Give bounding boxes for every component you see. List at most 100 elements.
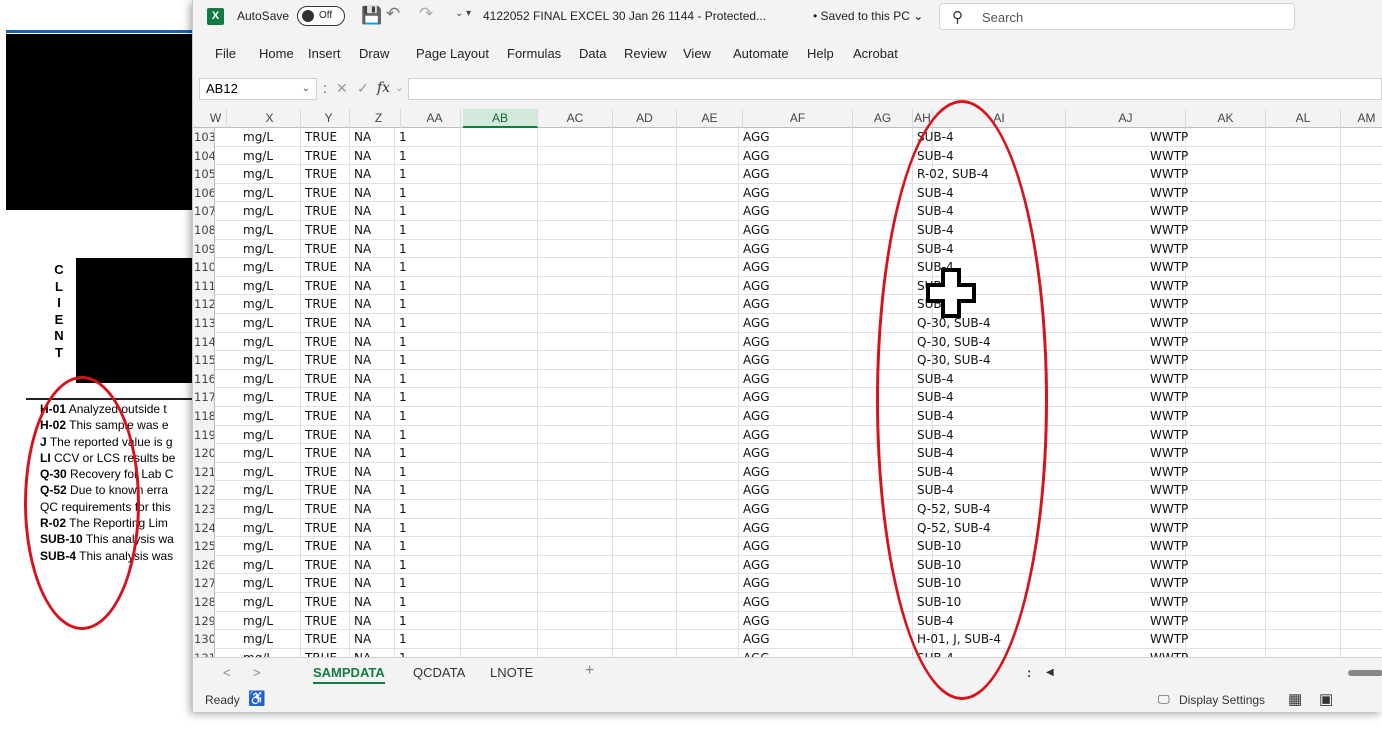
cell-am[interactable] — [1266, 574, 1341, 593]
cell-al[interactable]: WWTP — [1146, 407, 1266, 426]
cell-al[interactable]: WWTP — [1146, 369, 1266, 389]
cell-ab[interactable] — [461, 221, 538, 240]
cell-ad[interactable] — [613, 611, 677, 631]
cell-y[interactable]: TRUE — [301, 276, 350, 296]
cell-af[interactable]: AGG — [739, 537, 853, 556]
cell-y[interactable]: TRUE — [301, 425, 350, 445]
cell-z[interactable]: NA — [350, 462, 395, 482]
cell-an[interactable] — [1341, 240, 1382, 259]
cell-z[interactable]: NA — [350, 146, 395, 166]
cell-ae[interactable] — [677, 481, 739, 500]
cell-aa[interactable]: 1 — [395, 258, 461, 277]
cell-z[interactable]: NA — [350, 518, 395, 538]
cell-an[interactable] — [1341, 258, 1382, 277]
cell-af[interactable]: AGG — [739, 202, 853, 221]
cell-y[interactable]: TRUE — [301, 555, 350, 575]
cell-ad[interactable] — [613, 351, 677, 370]
cell-af[interactable]: AGG — [739, 165, 853, 184]
cell-x[interactable]: mg/L — [239, 351, 301, 370]
cell-ae[interactable] — [677, 276, 739, 296]
cell-x[interactable]: mg/L — [239, 295, 301, 314]
cell-x[interactable]: mg/L — [239, 425, 301, 445]
cell-ae[interactable] — [677, 518, 739, 538]
cell-af[interactable]: AGG — [739, 369, 853, 389]
cell-x[interactable]: mg/L — [239, 593, 301, 612]
cell-y[interactable]: TRUE — [301, 481, 350, 500]
name-box[interactable]: AB12 ⌄ — [199, 78, 317, 100]
next-sheet-icon[interactable]: > — [253, 665, 261, 680]
column-header-z[interactable]: Z — [357, 109, 401, 128]
cell-ab[interactable] — [461, 165, 538, 184]
scroll-left-icon[interactable]: ◀ — [1046, 667, 1054, 678]
redo-icon[interactable]: ↷ — [419, 4, 433, 24]
cell-aa[interactable]: 1 — [395, 462, 461, 482]
row-header[interactable]: 122 — [193, 481, 215, 500]
row-header[interactable]: 118 — [193, 407, 215, 426]
cell-z[interactable]: NA — [350, 611, 395, 631]
cell-y[interactable]: TRUE — [301, 183, 350, 203]
cell-x[interactable]: mg/L — [239, 239, 301, 259]
cell-al[interactable]: WWTP — [1146, 165, 1266, 184]
cell-aa[interactable]: 1 — [395, 146, 461, 166]
row-header[interactable]: 123 — [193, 500, 215, 519]
cell-aa[interactable]: 1 — [395, 611, 461, 631]
cell-y[interactable]: TRUE — [301, 648, 350, 657]
row-header[interactable]: 106 — [193, 183, 215, 203]
cell-al[interactable]: WWTP — [1146, 221, 1266, 240]
cell-ad[interactable] — [613, 314, 677, 333]
cell-ac[interactable] — [538, 648, 613, 657]
cell-z[interactable]: NA — [350, 630, 395, 649]
cell-ac[interactable] — [538, 537, 613, 556]
cell-y[interactable]: TRUE — [301, 351, 350, 370]
cell-ae[interactable] — [677, 537, 739, 556]
cell-x[interactable]: mg/L — [239, 630, 301, 649]
tab-view[interactable]: View — [683, 46, 711, 61]
cell-ab[interactable] — [461, 574, 538, 593]
cell-ac[interactable] — [538, 258, 613, 277]
cell-z[interactable]: NA — [350, 481, 395, 500]
cell-al[interactable]: WWTP — [1146, 574, 1266, 593]
row-header[interactable]: 109 — [193, 239, 215, 259]
row-header[interactable]: 125 — [193, 537, 215, 556]
cell-an[interactable] — [1341, 351, 1382, 370]
cell-am[interactable] — [1266, 630, 1341, 649]
cell-z[interactable]: NA — [350, 425, 395, 445]
sheet-tab-lnote[interactable]: LNOTE — [490, 665, 533, 680]
cell-x[interactable]: mg/L — [239, 537, 301, 556]
cell-ad[interactable] — [613, 332, 677, 352]
cell-al[interactable]: WWTP — [1146, 630, 1266, 649]
cell-x[interactable]: mg/L — [239, 314, 301, 333]
cell-al[interactable]: WWTP — [1146, 593, 1266, 612]
normal-view-icon[interactable]: ▦ — [1288, 690, 1302, 708]
cell-am[interactable] — [1266, 481, 1341, 500]
cell-x[interactable]: mg/L — [239, 555, 301, 575]
chevron-down-icon[interactable]: ⌄ — [395, 83, 403, 94]
cell-z[interactable]: NA — [350, 407, 395, 426]
save-status-dropdown[interactable]: • Saved to this PC ⌄ — [813, 9, 923, 23]
cell-an[interactable] — [1341, 221, 1382, 240]
cell-y[interactable]: TRUE — [301, 462, 350, 482]
cell-ae[interactable] — [677, 239, 739, 259]
cell-ac[interactable] — [538, 146, 613, 166]
cell-ac[interactable] — [538, 332, 613, 352]
cell-ad[interactable] — [613, 593, 677, 612]
cell-x[interactable]: mg/L — [239, 611, 301, 631]
cell-ac[interactable] — [538, 630, 613, 649]
cell-y[interactable]: TRUE — [301, 146, 350, 166]
cell-al[interactable]: WWTP — [1146, 314, 1266, 333]
row-header[interactable]: 112 — [193, 295, 215, 314]
cell-x[interactable]: mg/L — [239, 128, 301, 147]
cell-z[interactable]: NA — [350, 332, 395, 352]
cell-am[interactable] — [1266, 388, 1341, 407]
tab-data[interactable]: Data — [579, 46, 606, 61]
cell-ae[interactable] — [677, 462, 739, 482]
cell-an[interactable] — [1341, 147, 1382, 166]
cell-al[interactable]: WWTP — [1146, 388, 1266, 407]
cell-ae[interactable] — [677, 611, 739, 631]
cell-aa[interactable]: 1 — [395, 183, 461, 203]
cell-am[interactable] — [1266, 314, 1341, 333]
cell-am[interactable] — [1266, 221, 1341, 240]
cell-af[interactable]: AGG — [739, 648, 853, 657]
cell-aa[interactable]: 1 — [395, 165, 461, 184]
cell-ab[interactable] — [461, 407, 538, 426]
